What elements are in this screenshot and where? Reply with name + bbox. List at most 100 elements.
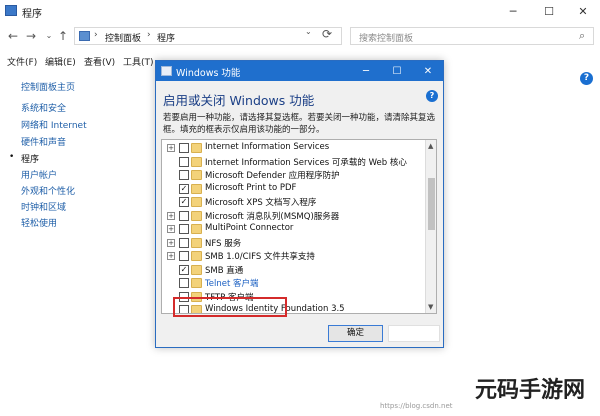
- breadcrumb-separator-icon: ›: [94, 30, 98, 40]
- back-arrow-icon[interactable]: ←: [6, 28, 20, 44]
- feature-checkbox[interactable]: ✓: [179, 183, 189, 194]
- menu-file[interactable]: 文件(F): [7, 55, 37, 68]
- feature-label: Microsoft Print to PDF: [205, 182, 297, 193]
- help-icon[interactable]: ?: [580, 72, 593, 85]
- feature-row[interactable]: + MultiPoint Connector: [162, 223, 424, 236]
- dialog-minimize-button[interactable]: ─: [351, 61, 381, 81]
- windows-features-icon: [161, 66, 172, 76]
- feature-label: Telnet 客户端: [205, 279, 259, 289]
- current-item-bullet-icon: •: [9, 152, 15, 162]
- breadcrumb-control-panel[interactable]: 控制面板: [105, 31, 141, 44]
- breadcrumb-separator-icon: ›: [147, 30, 151, 40]
- feature-label: Internet Information Services 可承载的 Web 核…: [205, 157, 407, 168]
- dialog-body: 启用或关闭 Windows 功能 ? 若要启用一种功能，请选择其复选框。若要关闭…: [156, 81, 443, 347]
- search-placeholder: 搜索控制面板: [359, 34, 414, 44]
- minimize-button[interactable]: ─: [496, 0, 530, 22]
- folder-icon: [191, 224, 202, 234]
- folder-icon: [191, 197, 202, 207]
- feature-row[interactable]: + NFS 服务: [162, 237, 424, 250]
- control-panel-icon: [79, 31, 90, 41]
- expand-icon[interactable]: +: [167, 238, 175, 247]
- folder-icon: [191, 156, 202, 167]
- scroll-down-arrow-icon[interactable]: ▼: [428, 303, 433, 311]
- feature-row[interactable]: + Microsoft 消息队列(MSMQ)服务器: [162, 210, 424, 223]
- folder-icon: [191, 237, 202, 248]
- feature-checkbox[interactable]: [179, 237, 189, 248]
- folder-icon: [191, 264, 202, 275]
- dialog-heading: 启用或关闭 Windows 功能: [163, 93, 315, 108]
- folder-icon: [191, 251, 202, 261]
- feature-label: SMB 直通: [205, 265, 244, 276]
- feature-checkbox[interactable]: [179, 278, 189, 288]
- folder-icon: [191, 278, 202, 288]
- sidebar-item-programs[interactable]: 程序: [21, 152, 39, 165]
- expand-icon[interactable]: +: [167, 252, 175, 260]
- folder-icon: [191, 143, 202, 153]
- sidebar-item-system-security[interactable]: 系统和安全: [21, 101, 66, 114]
- sidebar-item-appearance[interactable]: 外观和个性化: [21, 184, 75, 197]
- up-arrow-icon[interactable]: ↑: [56, 28, 70, 44]
- feature-checkbox[interactable]: ✓: [179, 197, 189, 207]
- feature-checkbox[interactable]: [179, 224, 189, 234]
- breadcrumb-programs[interactable]: 程序: [157, 31, 175, 44]
- feature-checkbox[interactable]: [179, 251, 189, 261]
- feature-row[interactable]: + SMB 1.0/CIFS 文件共享支持: [162, 250, 424, 263]
- maximize-button[interactable]: ☐: [532, 0, 566, 22]
- search-input[interactable]: 搜索控制面板 ⌕: [350, 27, 594, 45]
- sidebar-item-clock-region[interactable]: 时钟和区域: [21, 200, 66, 213]
- watermark: 元码手游网: [475, 368, 595, 412]
- expand-icon[interactable]: +: [167, 225, 175, 233]
- tree-scrollbar[interactable]: ▲ ▼: [425, 140, 436, 313]
- scroll-up-arrow-icon[interactable]: ▲: [428, 142, 433, 150]
- cancel-button[interactable]: [388, 325, 440, 342]
- feature-row[interactable]: Internet Information Services 可承载的 Web 核…: [162, 156, 424, 169]
- scroll-thumb[interactable]: [428, 178, 435, 230]
- address-dropdown-chevron-icon[interactable]: ⌄: [305, 27, 312, 36]
- feature-row[interactable]: ✓ Microsoft Print to PDF: [162, 183, 424, 196]
- sidebar-item-network[interactable]: 网络和 Internet: [21, 118, 87, 131]
- folder-icon: [191, 210, 202, 221]
- forward-arrow-icon[interactable]: →: [24, 28, 38, 44]
- feature-row[interactable]: Microsoft Defender 应用程序防护: [162, 169, 424, 182]
- feature-label: Microsoft 消息队列(MSMQ)服务器: [205, 211, 340, 222]
- menu-tools[interactable]: 工具(T): [123, 55, 154, 68]
- help-icon[interactable]: ?: [426, 90, 438, 102]
- feature-label: NFS 服务: [205, 238, 242, 249]
- menu-edit[interactable]: 编辑(E): [45, 55, 76, 68]
- feature-label: Internet Information Services: [205, 142, 330, 152]
- address-box[interactable]: › 控制面板 › 程序: [74, 27, 342, 45]
- feature-row[interactable]: + Internet Information Services: [162, 142, 424, 155]
- dialog-close-button[interactable]: ✕: [413, 61, 443, 81]
- feature-checkbox[interactable]: [179, 210, 189, 221]
- feature-label: Microsoft Defender 应用程序防护: [205, 171, 340, 181]
- refresh-icon[interactable]: ⟳: [322, 27, 332, 41]
- feature-row[interactable]: Telnet 客户端: [162, 277, 424, 290]
- feature-checkbox[interactable]: [179, 156, 189, 167]
- sidebar-item-home[interactable]: 控制面板主页: [21, 80, 75, 93]
- expand-icon[interactable]: +: [167, 144, 175, 152]
- feature-checkbox[interactable]: [179, 170, 189, 180]
- dialog-maximize-button[interactable]: ☐: [382, 61, 412, 81]
- dialog-titlebar: Windows 功能 ─ ☐ ✕: [156, 61, 443, 81]
- sidebar-item-user-accounts[interactable]: 用户帐户: [21, 168, 57, 181]
- watermark-logo: 元码手游网: [475, 378, 586, 403]
- folder-icon: [191, 170, 202, 180]
- telnet-highlight-box: [173, 297, 287, 317]
- feature-row[interactable]: ✓ SMB 直通: [162, 264, 424, 277]
- recent-locations-chevron-icon[interactable]: ⌄: [42, 28, 56, 44]
- sidebar-item-hardware[interactable]: 硬件和声音: [21, 135, 66, 148]
- cp-titlebar: 程序 ─ ☐ ✕: [0, 0, 600, 22]
- folder-icon: [5, 5, 17, 16]
- menu-view[interactable]: 查看(V): [84, 55, 115, 68]
- feature-checkbox[interactable]: ✓: [179, 264, 189, 275]
- sidebar-item-ease-of-access[interactable]: 轻松使用: [21, 216, 57, 229]
- ok-button[interactable]: 确定: [328, 325, 383, 342]
- close-button[interactable]: ✕: [566, 0, 600, 22]
- feature-tree[interactable]: ▲ ▼ + Internet Information Services Intern…: [161, 139, 437, 314]
- feature-label: MultiPoint Connector: [205, 223, 294, 233]
- feature-checkbox[interactable]: [179, 143, 189, 153]
- feature-label: Microsoft XPS 文档写入程序: [205, 198, 317, 208]
- search-icon[interactable]: ⌕: [579, 29, 585, 43]
- feature-row[interactable]: ✓ Microsoft XPS 文档写入程序: [162, 196, 424, 209]
- expand-icon[interactable]: +: [167, 211, 175, 220]
